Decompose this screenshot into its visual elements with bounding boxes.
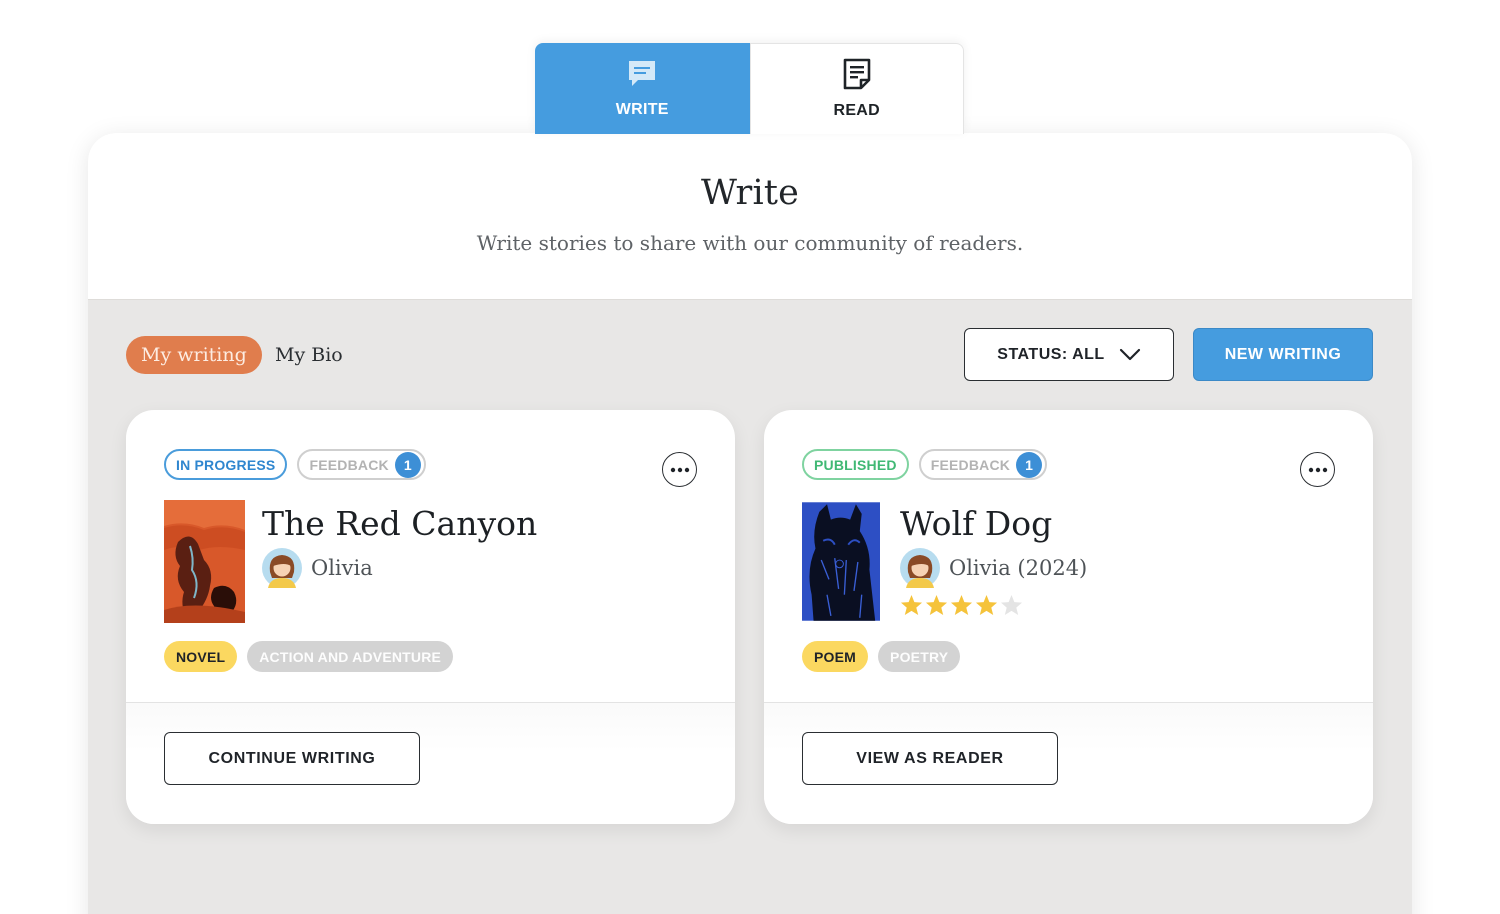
story-title[interactable]: The Red Canyon — [262, 504, 537, 543]
story-card-body: PUBLISHED FEEDBACK 1 Wolf Dog Olivia (20… — [764, 410, 1373, 702]
more-options-button[interactable] — [1300, 452, 1335, 487]
feedback-badge[interactable]: FEEDBACK 1 — [297, 449, 426, 480]
genre-tag-primary: NOVEL — [164, 641, 238, 672]
tab-read[interactable]: READ — [749, 43, 964, 134]
story-card-body: IN PROGRESS FEEDBACK 1 The Red Canyon Ol… — [126, 410, 735, 702]
star-filled-icon — [950, 594, 973, 616]
toolbar: My writing My Bio STATUS: ALL NEW WRITIN… — [88, 328, 1412, 382]
feedback-count: 1 — [394, 451, 421, 478]
more-icon — [1308, 467, 1327, 472]
avatar — [900, 548, 940, 588]
document-icon — [843, 58, 871, 90]
write-panel: Write Write stories to share with our co… — [88, 133, 1412, 914]
author-name: Olivia — [311, 556, 373, 580]
author-row: Olivia — [262, 548, 373, 588]
book-cover-image — [164, 500, 245, 623]
story-card-footer: VIEW AS READER — [764, 702, 1373, 824]
feedback-count: 1 — [1016, 451, 1043, 478]
story-card: PUBLISHED FEEDBACK 1 Wolf Dog Olivia (20… — [764, 410, 1373, 824]
my-bio-tab[interactable]: My Bio — [275, 336, 343, 374]
book-cover-image — [802, 502, 880, 621]
story-badges: PUBLISHED FEEDBACK 1 — [802, 449, 1048, 480]
tab-read-label: READ — [833, 102, 881, 119]
continue-writing-button[interactable]: CONTINUE WRITING — [164, 732, 420, 785]
new-writing-button[interactable]: NEW WRITING — [1193, 328, 1373, 381]
star-filled-icon — [925, 594, 948, 616]
chevron-down-icon — [1119, 348, 1140, 360]
story-title[interactable]: Wolf Dog — [900, 504, 1052, 543]
star-empty-icon — [1000, 594, 1023, 616]
status-filter-label: STATUS: ALL — [997, 345, 1105, 363]
status-badge: PUBLISHED — [802, 449, 909, 480]
feedback-label: FEEDBACK — [930, 456, 1011, 473]
status-badge: IN PROGRESS — [164, 449, 288, 480]
chat-icon — [629, 60, 656, 86]
author-name: Olivia (2024) — [949, 556, 1088, 580]
story-badges: IN PROGRESS FEEDBACK 1 — [164, 449, 426, 480]
mode-tabs: WRITE READ — [535, 43, 964, 134]
genre-tags: NOVEL ACTION AND ADVENTURE — [164, 641, 454, 672]
star-filled-icon — [975, 594, 998, 616]
feedback-badge[interactable]: FEEDBACK 1 — [918, 449, 1048, 480]
status-filter-dropdown[interactable]: STATUS: ALL — [964, 328, 1174, 381]
view-as-reader-button[interactable]: VIEW AS READER — [802, 732, 1058, 785]
avatar — [262, 548, 302, 588]
more-options-button[interactable] — [662, 452, 697, 487]
page-subtitle: Write stories to share with our communit… — [476, 231, 1024, 255]
more-icon — [670, 467, 689, 472]
genre-tag-primary: POEM — [802, 641, 869, 672]
feedback-label: FEEDBACK — [309, 456, 389, 473]
story-card: IN PROGRESS FEEDBACK 1 The Red Canyon Ol… — [126, 410, 735, 824]
star-filled-icon — [900, 594, 923, 616]
star-rating — [900, 594, 1023, 616]
tab-write[interactable]: WRITE — [535, 43, 750, 134]
my-writing-tab[interactable]: My writing — [126, 336, 262, 374]
author-row: Olivia (2024) — [900, 548, 1087, 588]
genre-tag-secondary: POETRY — [878, 641, 961, 672]
story-card-footer: CONTINUE WRITING — [126, 702, 735, 824]
genre-tags: POEM POETRY — [802, 641, 961, 672]
page-title: Write — [700, 173, 800, 213]
tab-write-label: WRITE — [615, 100, 669, 118]
genre-tag-secondary: ACTION AND ADVENTURE — [247, 641, 454, 672]
panel-header: Write Write stories to share with our co… — [88, 133, 1412, 300]
